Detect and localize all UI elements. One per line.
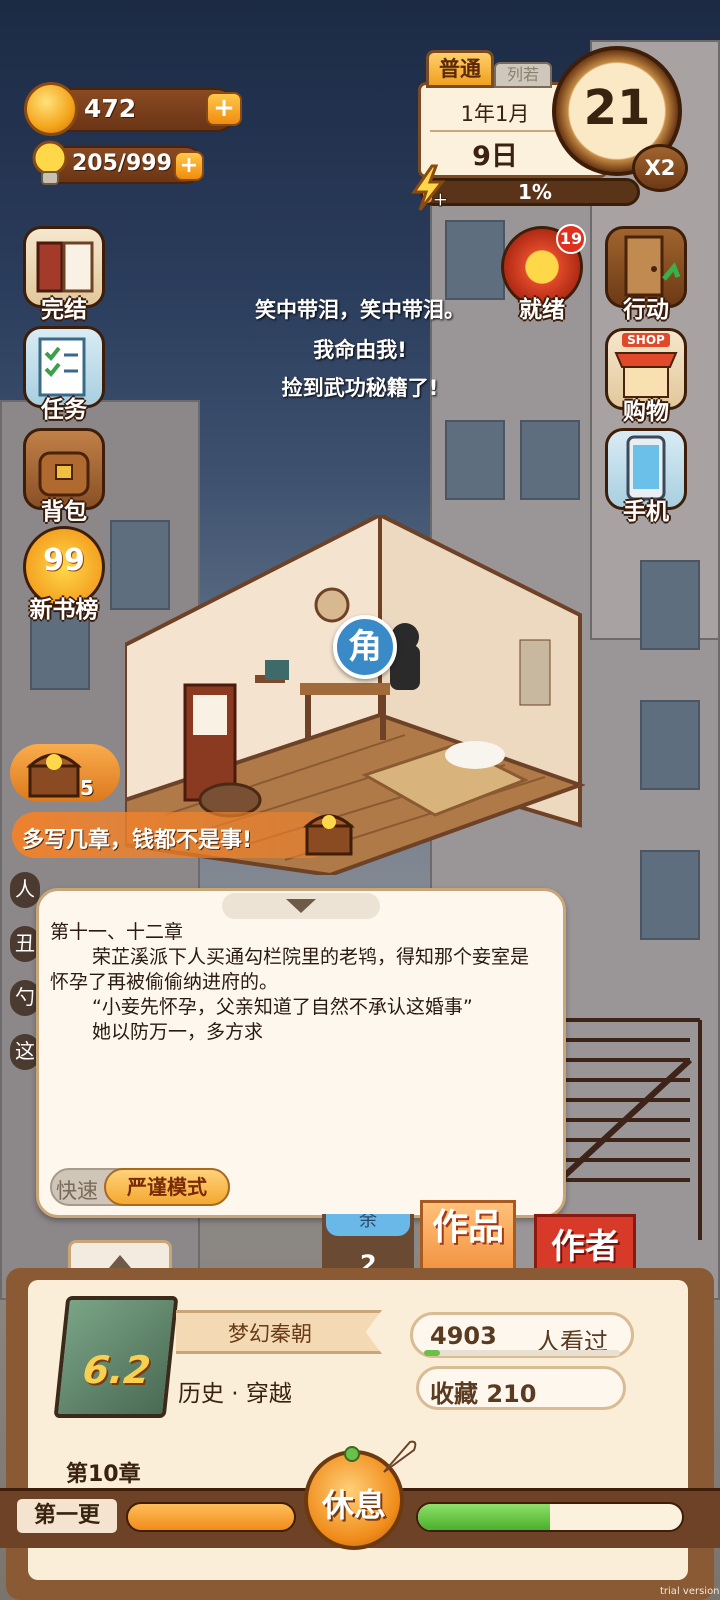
rest-indicator-dot (344, 1446, 360, 1462)
menu-label: 新书榜 (29, 597, 99, 623)
calendar-divider (430, 130, 560, 132)
coin-icon (24, 82, 78, 136)
background-window (520, 420, 580, 500)
background-window (640, 560, 700, 650)
book-chapter: 第10章 (66, 1462, 141, 1487)
chapter-title: 第十一、十二章 (50, 921, 184, 943)
views-progress-fill (424, 1350, 440, 1356)
background-window (640, 850, 700, 940)
writing-progress-left-fill (128, 1504, 294, 1530)
coins-value: 472 (84, 94, 137, 123)
tab-partial-label: 余 (326, 1214, 410, 1236)
calendar-day: 9日 (472, 141, 518, 172)
add-coins-button[interactable]: + (206, 92, 242, 126)
book-rating: 6.2 (80, 1348, 153, 1392)
rest-button-label: 休息 (321, 1486, 386, 1524)
menu-backpack-button[interactable]: 背包 (16, 428, 112, 526)
treasure-count: 5 (80, 776, 94, 800)
book-cover[interactable]: 6.2 (53, 1296, 179, 1418)
progress-percent: 1% (518, 180, 552, 204)
menu-label: 手机 (623, 499, 669, 525)
svg-text:+: + (432, 187, 448, 211)
difficulty-tab[interactable]: 普通 (426, 50, 494, 88)
chapter-paragraph: 她以防万一，多方求 (92, 1021, 264, 1043)
treasure-chest-icon (302, 802, 356, 858)
difficulty-tab-inactive[interactable]: 列若 (494, 62, 552, 88)
update-label: 第一更 (14, 1496, 120, 1536)
writing-progress-right-fill (418, 1504, 550, 1530)
book-title: 梦幻秦朝 (228, 1322, 312, 1346)
speed-multiplier-button[interactable]: X2 (632, 144, 688, 192)
chapter-paragraph: “小妾先怀孕，父亲知道了自然不承认这婚事” (92, 996, 473, 1018)
notification-badge: 19 (556, 224, 586, 254)
mode-strict-option[interactable]: 严谨模式 (104, 1168, 230, 1206)
add-energy-button[interactable]: + (174, 151, 204, 181)
views-progress (424, 1350, 620, 1356)
floating-message: 笑中带泪，笑中带泪。 (255, 298, 465, 322)
views-value: 4903 (430, 1322, 497, 1350)
book-genre: 历史 · 穿越 (178, 1381, 292, 1407)
lightning-icon[interactable]: + (408, 164, 449, 212)
menu-label: 背包 (41, 499, 87, 525)
calendar-month: 1年1月 (460, 102, 530, 126)
menu-phone-button[interactable]: 手机 (598, 428, 694, 526)
favorites-value: 收藏 210 (430, 1380, 537, 1408)
quill-icon (380, 1436, 420, 1476)
writing-progress-left (126, 1502, 296, 1532)
character-marker[interactable]: 角 (333, 615, 397, 679)
tip-banner-text: 多写几章，钱都不是事! (22, 828, 253, 853)
watermark: trial version (660, 1586, 720, 1597)
timer-value: 21 (583, 80, 651, 136)
background-window (445, 420, 505, 500)
mode-fast-option[interactable]: 快速 (56, 1175, 98, 1205)
chapter-paragraph: 荣芷溪派下人买通勾栏院里的老鸨，得知那个妾室是怀孕了再被偷偷纳进府的。 (50, 946, 530, 993)
energy-value: 205/999 (72, 151, 172, 176)
menu-new-books-ranking-button[interactable]: 99 新书榜 (16, 526, 112, 624)
floating-message: 捡到武功秘籍了! (281, 376, 439, 400)
writing-progress-right (416, 1502, 684, 1532)
lightbulb-icon (30, 140, 70, 188)
hidden-list-item[interactable]: 人 (10, 872, 40, 908)
ranking-badge-text: 99 (43, 543, 85, 578)
treasure-chest-icon (24, 740, 84, 802)
background-window (640, 700, 700, 790)
floating-message: 我命由我! (313, 338, 407, 362)
collapse-panel-button[interactable] (222, 893, 380, 919)
